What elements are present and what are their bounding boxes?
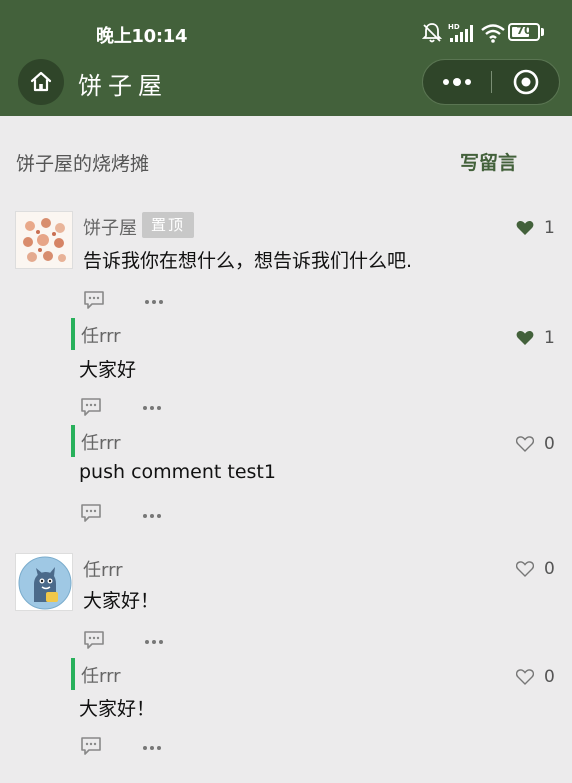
pinned-badge: 置顶 bbox=[142, 212, 194, 238]
avatar[interactable] bbox=[15, 211, 73, 269]
more-options-icon[interactable] bbox=[142, 512, 162, 520]
like-count: 1 bbox=[544, 328, 555, 348]
more-options-icon[interactable] bbox=[144, 638, 164, 646]
comment-content: 大家好！ bbox=[83, 590, 160, 612]
like-count: 1 bbox=[544, 218, 555, 238]
heart-outline-icon bbox=[516, 669, 534, 685]
like-button[interactable]: 0 bbox=[516, 667, 555, 687]
comment-content: 告诉我你在想什么，想告诉我们什么吧. bbox=[83, 250, 413, 272]
more-button[interactable] bbox=[423, 60, 491, 104]
more-options-icon[interactable] bbox=[144, 298, 164, 306]
like-count: 0 bbox=[544, 434, 555, 454]
like-button[interactable]: 1 bbox=[516, 218, 555, 238]
avatar-image bbox=[16, 554, 72, 610]
status-time: 晚上10:14 bbox=[96, 26, 188, 47]
more-dots-icon bbox=[443, 78, 471, 86]
board-title: 饼子屋的烧烤摊 bbox=[16, 153, 150, 175]
more-options-icon[interactable] bbox=[142, 404, 162, 412]
battery-icon: 70 bbox=[508, 23, 540, 41]
svg-text:HD: HD bbox=[448, 23, 460, 31]
like-button[interactable]: 0 bbox=[516, 559, 555, 579]
comment-author: 饼子屋 bbox=[83, 218, 137, 239]
comment-icon[interactable] bbox=[83, 290, 105, 310]
more-options-icon[interactable] bbox=[142, 744, 162, 752]
write-comment-button[interactable]: 写留言 bbox=[460, 148, 517, 175]
reply-author: 任rrr bbox=[81, 326, 121, 347]
close-button[interactable] bbox=[492, 60, 559, 104]
reply-author: 任rrr bbox=[81, 666, 121, 687]
status-icons: HD bbox=[422, 20, 506, 46]
comment-icon[interactable] bbox=[80, 736, 102, 756]
heart-outline-icon bbox=[516, 436, 534, 452]
home-icon bbox=[30, 71, 52, 92]
top-header: 晚上10:14 HD 70 饼子屋 bbox=[0, 0, 572, 116]
reply-author: 任rrr bbox=[81, 433, 121, 454]
hd-signal-icon: HD bbox=[448, 23, 473, 42]
like-count: 0 bbox=[544, 667, 555, 687]
reply-content: 大家好！ bbox=[79, 698, 156, 720]
comment-icon[interactable] bbox=[80, 503, 102, 523]
bell-off-icon bbox=[422, 23, 442, 43]
like-count: 0 bbox=[544, 559, 555, 579]
reply-indicator bbox=[71, 318, 75, 350]
avatar-image bbox=[16, 212, 72, 268]
like-button[interactable]: 1 bbox=[516, 328, 555, 348]
like-button[interactable]: 0 bbox=[516, 434, 555, 454]
home-button[interactable] bbox=[18, 59, 64, 105]
wifi-icon bbox=[481, 24, 505, 43]
comment-author: 任rrr bbox=[83, 560, 123, 581]
nav-title: 饼子屋 bbox=[78, 72, 168, 100]
mini-program-capsule bbox=[422, 59, 560, 105]
battery-tip bbox=[541, 28, 544, 36]
avatar[interactable] bbox=[15, 553, 73, 611]
reply-content: 大家好 bbox=[79, 359, 137, 381]
comment-icon[interactable] bbox=[83, 630, 105, 650]
battery-text: 70 bbox=[516, 24, 532, 37]
comment-icon[interactable] bbox=[80, 397, 102, 417]
heart-filled-icon bbox=[516, 220, 534, 235]
reply-indicator bbox=[71, 425, 75, 457]
heart-filled-icon bbox=[516, 330, 534, 345]
heart-outline-icon bbox=[516, 561, 534, 577]
target-close-icon bbox=[513, 69, 538, 95]
reply-indicator bbox=[71, 658, 75, 690]
reply-content: push comment test1 bbox=[79, 461, 276, 483]
